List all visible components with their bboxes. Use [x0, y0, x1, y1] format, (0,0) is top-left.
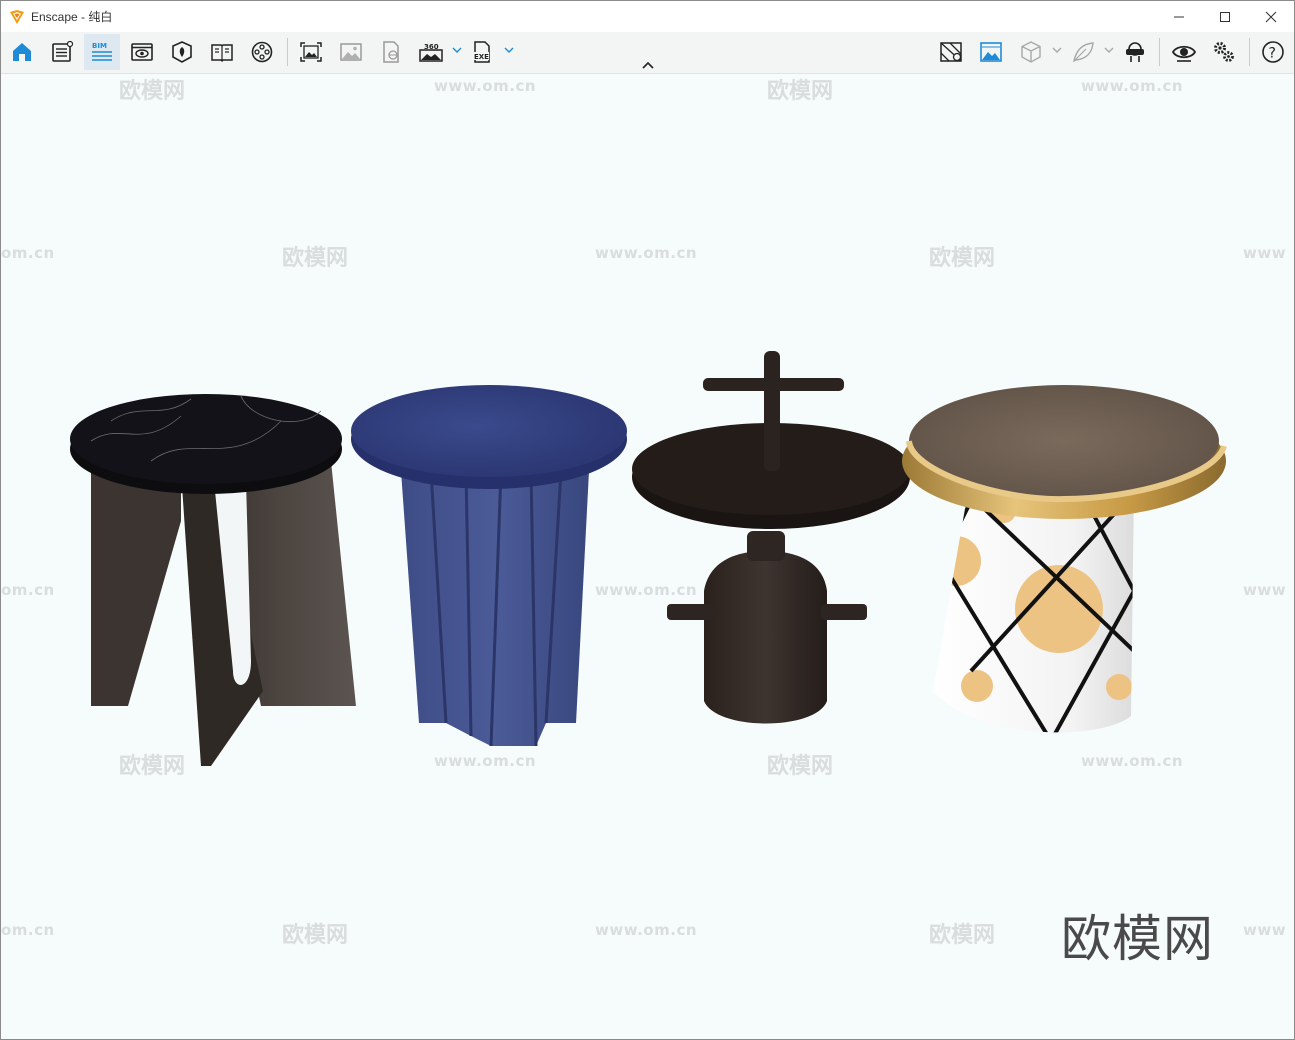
collapse-toolbar-chevron-icon[interactable] [640, 59, 656, 71]
material-book-icon [211, 44, 233, 63]
live-view-button[interactable] [1166, 34, 1202, 70]
help-label: ? [1269, 46, 1276, 62]
toolbar-separator [287, 38, 288, 66]
marble-side-table [70, 394, 356, 766]
bim-icon: BIM [92, 42, 112, 61]
chevron-down-icon[interactable] [1104, 45, 1114, 55]
home-button[interactable] [4, 34, 40, 70]
cube-view-button[interactable] [1013, 34, 1049, 70]
close-button[interactable] [1248, 1, 1294, 32]
chevron-down-icon[interactable] [452, 45, 462, 55]
cube-view-icon [1021, 41, 1041, 63]
exe-export-button[interactable]: EXE [465, 34, 501, 70]
help-icon: ? [1262, 41, 1284, 63]
blue-fluted-side-table [351, 385, 627, 747]
asset-library-button[interactable] [164, 34, 200, 70]
visual-settings-button[interactable] [124, 34, 160, 70]
vr-headset-button[interactable] [1117, 34, 1153, 70]
screenshot-icon [300, 42, 322, 62]
maximize-icon [1220, 11, 1230, 22]
rendered-scene [70, 351, 1227, 766]
watermark-logo: 欧模网 [1061, 910, 1214, 968]
minimize-icon [1174, 16, 1184, 17]
asset-library-icon [172, 41, 192, 63]
vegetation-button[interactable] [1065, 34, 1101, 70]
exe-label: EXE [474, 53, 489, 61]
batch-render-button[interactable] [333, 34, 369, 70]
image-rendering-button[interactable] [973, 34, 1009, 70]
minimize-button[interactable] [1156, 1, 1202, 32]
views-button[interactable] [44, 34, 80, 70]
web-standalone-icon [383, 41, 399, 63]
chevron-down-icon[interactable] [504, 45, 514, 55]
settings-icon [1214, 42, 1234, 62]
leaf-icon [1073, 42, 1094, 63]
eye-icon [1171, 45, 1197, 62]
panorama-360-button[interactable]: 360 [413, 34, 449, 70]
enscape-window: Enscape - 纯白 BIM 360 EXE ? 欧模网 www.om.cn… [0, 0, 1295, 1040]
toolbar-separator [1159, 38, 1160, 66]
batch-render-icon [340, 43, 362, 61]
vr-headset-icon [1126, 42, 1144, 62]
image-rendering-icon [980, 42, 1002, 62]
sketch-list-icon [52, 40, 74, 62]
visual-settings-icon [131, 43, 153, 61]
bim-button[interactable]: BIM [84, 34, 120, 70]
orthographic-icon [940, 42, 962, 62]
title-bar[interactable]: Enscape - 纯白 [1, 1, 1294, 32]
video-editor-icon [251, 41, 273, 63]
orthographic-view-button[interactable] [933, 34, 969, 70]
chevron-down-icon[interactable] [1052, 45, 1062, 55]
web-standalone-button[interactable] [373, 34, 409, 70]
wood-peg-side-table [632, 351, 910, 724]
home-icon [13, 43, 31, 61]
maximize-button[interactable] [1202, 1, 1248, 32]
settings-button[interactable] [1206, 34, 1242, 70]
exe-export-icon: EXE [473, 41, 490, 63]
panorama-360-icon: 360 [419, 43, 443, 62]
screenshot-button[interactable] [293, 34, 329, 70]
window-title: Enscape - 纯白 [31, 10, 113, 24]
enscape-logo-icon [10, 9, 24, 24]
bim-label: BIM [92, 42, 107, 50]
render-viewport[interactable]: 欧模网 www.om.cn 欧模网 www.om.cn om.cn 欧模网 ww… [1, 73, 1294, 1039]
video-editor-button[interactable] [244, 34, 280, 70]
material-editor-button[interactable] [204, 34, 240, 70]
gold-top-patterned-side-table [902, 385, 1227, 733]
help-button[interactable]: ? [1255, 34, 1291, 70]
toolbar-separator [1249, 38, 1250, 66]
close-icon [1265, 11, 1277, 22]
